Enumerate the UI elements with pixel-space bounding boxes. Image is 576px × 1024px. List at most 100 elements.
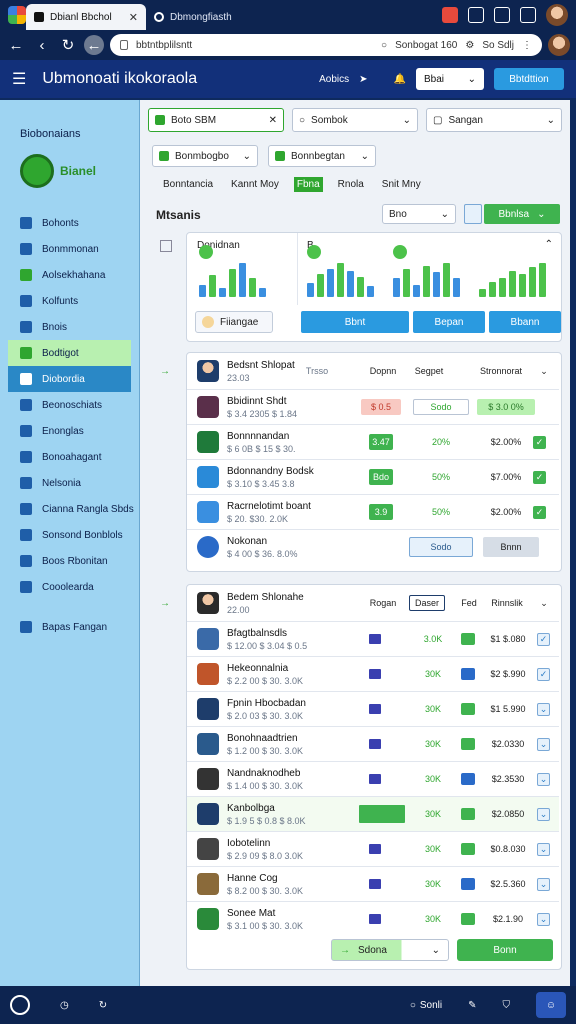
sidebar-logo[interactable]: Bianel bbox=[20, 154, 139, 188]
refresh-icon[interactable]: ↻ bbox=[99, 1000, 107, 1011]
action-label[interactable]: Aobics bbox=[319, 74, 349, 85]
clear-icon[interactable]: ✕ bbox=[269, 115, 277, 126]
row-status[interactable]: Sodo bbox=[413, 399, 469, 415]
chevron-down-icon[interactable]: ⌄ bbox=[537, 366, 551, 377]
tab-active[interactable]: Dbianl Bbchol ✕ bbox=[26, 4, 146, 30]
sidebar-item-3[interactable]: Kolfunts bbox=[0, 288, 139, 314]
table-row[interactable]: Sonee Mat $ 3.1 00 $ 30. 3.0K 30K $2.1.90 ⌄ bbox=[187, 901, 559, 936]
hamburger-icon[interactable]: ☰ bbox=[12, 69, 26, 89]
shield-icon[interactable]: ⛉ bbox=[503, 1000, 511, 1011]
sidebar-item-2[interactable]: Aolsekhahana bbox=[0, 262, 139, 288]
footer-button[interactable]: Bonn bbox=[457, 939, 553, 961]
row-checkbox[interactable]: ⌄ bbox=[537, 877, 550, 891]
status-left-label[interactable]: Sonli bbox=[420, 1000, 442, 1011]
address-bar[interactable]: bbtntbplilsntt ○ Sonbogat 160 ⚙ So Sdlj … bbox=[110, 34, 542, 56]
row-expand-icon[interactable]: → bbox=[160, 598, 170, 609]
row-checkbox[interactable]: ⌄ bbox=[537, 842, 550, 856]
table-row[interactable]: Bonnnnandan $ 6 0B $ 15 $ 30. 3.47 20% $2.00… bbox=[187, 424, 559, 459]
table-row[interactable]: Bdonnandny Bodsk $ 3.10 $ 3.45 3.8 Bdo 50% $… bbox=[187, 459, 559, 494]
row-expand-icon[interactable]: → bbox=[160, 366, 170, 377]
close-tab-icon[interactable]: ✕ bbox=[129, 11, 138, 24]
sort-select[interactable]: ○ Sombok ⌄ bbox=[292, 108, 418, 132]
reload-icon[interactable]: ↻ bbox=[58, 35, 78, 55]
row-status[interactable]: Sodo bbox=[409, 537, 473, 557]
back-icon[interactable]: ← bbox=[6, 35, 26, 55]
sidebar-item-5[interactable]: Bodtigot bbox=[8, 340, 131, 366]
menu-dots-icon[interactable]: ⋮ bbox=[522, 40, 532, 51]
footer-select[interactable]: → Sdona ⌄ bbox=[331, 939, 449, 961]
user-avatar[interactable] bbox=[548, 34, 570, 56]
edit-icon[interactable]: ✎ bbox=[468, 1000, 476, 1011]
chevron-down-icon[interactable]: ⌄ bbox=[537, 598, 551, 609]
row-check-icon[interactable]: ✓ bbox=[533, 435, 546, 449]
table-row[interactable]: Bfagtbalnsdls $ 12.00 $ 3.04 $ 0.5 3.0K $1 … bbox=[187, 621, 559, 656]
bell-icon[interactable]: 🔔 bbox=[394, 74, 406, 85]
reader-icon[interactable] bbox=[494, 7, 510, 23]
sidebar-item-13[interactable]: Boos Rbonitan bbox=[0, 548, 139, 574]
table-row[interactable]: Racrnelotimt boant $ 20. $30. 2.0K 3.9 50% $… bbox=[187, 494, 559, 529]
sidebar-item-14[interactable]: Cooolearda bbox=[0, 574, 139, 600]
category-select[interactable]: ▢ Sangan ⌄ bbox=[426, 108, 562, 132]
chart-button-2[interactable]: Bepan bbox=[413, 311, 485, 333]
forward-icon[interactable]: ‹ bbox=[32, 35, 52, 55]
table-row[interactable]: Nandnaknodheb $ 1.4 00 $ 30. 3.0K 30K $2.35… bbox=[187, 761, 559, 796]
filter-tab[interactable]: Bonntancia bbox=[160, 177, 216, 192]
row-checkbox[interactable]: ⌄ bbox=[537, 807, 550, 821]
home-icon[interactable]: ← bbox=[84, 35, 104, 55]
header-primary-button[interactable]: Bbtdttion bbox=[494, 68, 564, 90]
filter-chip-2[interactable]: Bonnbegtan ⌄ bbox=[268, 145, 376, 167]
table-row[interactable]: Kanbolbga $ 1.9 5 $ 0.8 $ 8.0K 30K $2.0850 ⌄ bbox=[187, 796, 559, 831]
filter-tab[interactable]: Snit Mny bbox=[379, 177, 424, 192]
table-row[interactable]: Hanne Cog $ 8.2 00 $ 30. 3.0K 30K $2.5.360 ⌄ bbox=[187, 866, 559, 901]
filter-tab[interactable]: Rnola bbox=[335, 177, 367, 192]
chart-button-1[interactable]: Bbnt bbox=[301, 311, 409, 333]
row-checkbox[interactable]: ⌄ bbox=[537, 772, 550, 786]
sidebar-item-4[interactable]: Bnois bbox=[0, 314, 139, 340]
sidebar-item-6[interactable]: Diobordia bbox=[8, 366, 131, 392]
table-row[interactable]: Hekeonnalnia $ 2.2 00 $ 30. 3.0K 30K $2 $.9… bbox=[187, 656, 559, 691]
section-select[interactable]: Bno ⌄ bbox=[382, 204, 456, 224]
row-checkbox[interactable]: ✓ bbox=[537, 667, 550, 681]
row-checkbox[interactable]: ⌄ bbox=[537, 702, 550, 716]
sidebar-item-12[interactable]: Sonsond Bonblols bbox=[0, 522, 139, 548]
header-dropdown[interactable]: Bbai ⌄ bbox=[416, 68, 484, 90]
row-check-icon[interactable]: ✓ bbox=[533, 505, 546, 519]
table-row[interactable]: Iobotelinn $ 2.9 09 $ 8.0 3.0K 30K $0.8.030… bbox=[187, 831, 559, 866]
sidebar-item-9[interactable]: Bonoahagant bbox=[0, 444, 139, 470]
filter-tab[interactable]: Kannt Moy bbox=[228, 177, 282, 192]
profile-avatar[interactable] bbox=[546, 4, 568, 26]
sidebar-item-8[interactable]: Enonglas bbox=[0, 418, 139, 444]
tab-second[interactable]: Dbmongfiasth bbox=[146, 4, 240, 30]
row-checkbox[interactable]: ✓ bbox=[537, 632, 550, 646]
table-row[interactable]: Nokonan $ 4 00 $ 36. 8.0% Sodo Bnnn bbox=[187, 529, 559, 564]
table-row[interactable]: Bbidinnt Shdt $ 3.4 2305 $ 1.84 $ 0.5 Sodo $… bbox=[187, 389, 559, 424]
sidebar-item-7[interactable]: Beonoschiats bbox=[0, 392, 139, 418]
share-icon[interactable] bbox=[520, 7, 536, 23]
filter-tab-active[interactable]: Fbna bbox=[293, 177, 323, 192]
expand-icon[interactable] bbox=[160, 240, 172, 252]
user-icon[interactable]: ☺ bbox=[536, 992, 566, 1018]
sidebar-item-15[interactable]: Bapas Fangan bbox=[0, 614, 139, 640]
extension-icon[interactable] bbox=[442, 7, 458, 23]
table-2-col2[interactable]: Daser bbox=[409, 595, 445, 611]
sidebar-item-10[interactable]: Nelsonia bbox=[0, 470, 139, 496]
charts-pill[interactable]: Fiiangae bbox=[195, 311, 273, 333]
search-input[interactable]: Boto SBM ✕ bbox=[148, 108, 284, 132]
table-row[interactable]: Bonohnaadtrien $ 1.2 00 $ 30. 3.0K 30K $2.0… bbox=[187, 726, 559, 761]
sidebar-item-1[interactable]: Bonmmonan bbox=[0, 236, 139, 262]
send-icon[interactable]: ➤ bbox=[359, 74, 367, 85]
clock-icon[interactable]: ◷ bbox=[60, 1000, 69, 1011]
row-check-icon[interactable]: ✓ bbox=[533, 470, 546, 484]
table-row[interactable]: Fpnin Hbocbadan $ 2.0 03 $ 30. 3.0K 30K $1 … bbox=[187, 691, 559, 726]
sidebar-item-0[interactable]: Bohonts bbox=[0, 210, 139, 236]
row-checkbox[interactable]: ⌄ bbox=[537, 737, 550, 751]
bookmark-icon[interactable] bbox=[468, 7, 484, 23]
sidebar-item-11[interactable]: Cianna Rangla Sbds bbox=[0, 496, 139, 522]
home-icon[interactable] bbox=[10, 995, 30, 1015]
row-checkbox[interactable]: ⌄ bbox=[537, 912, 550, 926]
section-action-button[interactable]: Bbnlsa ⌄ bbox=[484, 204, 560, 224]
gear-icon[interactable]: ⚙ bbox=[465, 40, 474, 51]
filter-chip-1[interactable]: Bonmbogbo ⌄ bbox=[152, 145, 258, 167]
link-icon[interactable] bbox=[464, 204, 482, 224]
chart-button-3[interactable]: Bbann bbox=[489, 311, 561, 333]
